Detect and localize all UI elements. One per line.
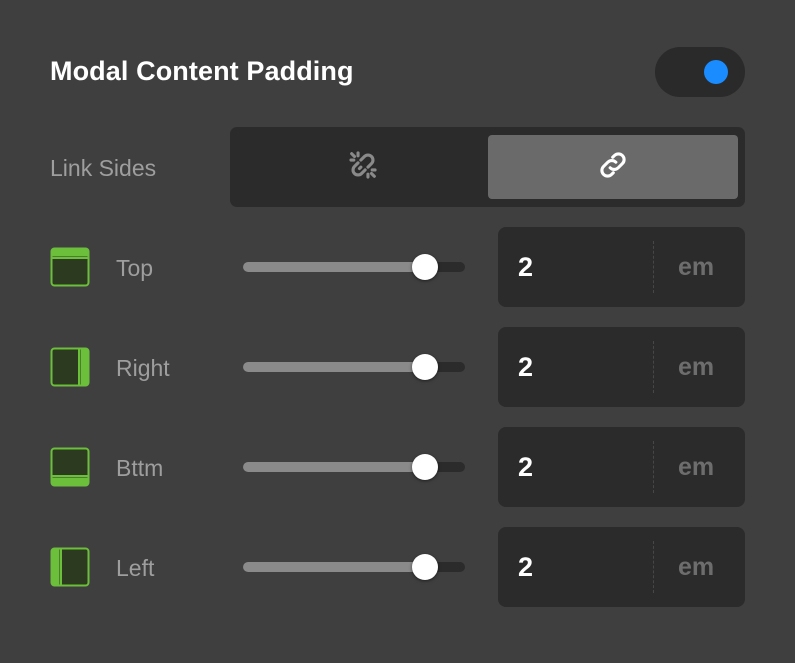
- padding-row-label: Left: [116, 555, 155, 581]
- divider: [653, 341, 654, 393]
- unlink-sides-button[interactable]: [238, 135, 488, 199]
- padding-left-icon: [50, 547, 90, 587]
- unit-selector[interactable]: em: [678, 527, 714, 607]
- enable-toggle[interactable]: [655, 47, 745, 97]
- link-sides-label: Link Sides: [50, 155, 157, 181]
- slider-thumb[interactable]: [412, 254, 439, 280]
- link-sides-control: [230, 127, 745, 207]
- slider-fill: [243, 262, 426, 272]
- padding-left-input[interactable]: [518, 527, 648, 607]
- padding-bottom-value-box: em: [498, 427, 745, 507]
- unit-selector[interactable]: em: [678, 227, 714, 307]
- slider-thumb[interactable]: [412, 454, 439, 480]
- slider-thumb[interactable]: [412, 554, 439, 580]
- padding-row-label: Top: [116, 255, 154, 281]
- padding-right-icon: [50, 347, 90, 387]
- padding-top-input[interactable]: [518, 227, 648, 307]
- unlink-icon: [346, 148, 380, 187]
- panel-title: Modal Content Padding: [50, 56, 354, 86]
- divider: [653, 441, 654, 493]
- slider-thumb[interactable]: [412, 354, 439, 380]
- slider-fill: [243, 462, 426, 472]
- padding-left-value-box: em: [498, 527, 745, 607]
- slider-fill: [243, 362, 426, 372]
- slider-fill: [243, 562, 426, 572]
- padding-top-slider[interactable]: [243, 254, 465, 280]
- link-sides-button[interactable]: [488, 135, 738, 199]
- padding-bottom-input[interactable]: [518, 427, 648, 507]
- unit-selector[interactable]: em: [678, 327, 714, 407]
- padding-right-slider[interactable]: [243, 354, 465, 380]
- padding-left-slider[interactable]: [243, 554, 465, 580]
- padding-right-input[interactable]: [518, 327, 648, 407]
- padding-row-label: Right: [116, 355, 170, 381]
- padding-bottom-slider[interactable]: [243, 454, 465, 480]
- padding-top-icon: [50, 247, 90, 287]
- toggle-knob: [704, 60, 728, 84]
- padding-row-label: Bttm: [116, 455, 164, 481]
- link-icon: [596, 148, 630, 187]
- divider: [653, 241, 654, 293]
- divider: [653, 541, 654, 593]
- padding-top-value-box: em: [498, 227, 745, 307]
- padding-right-value-box: em: [498, 327, 745, 407]
- padding-bottom-icon: [50, 447, 90, 487]
- unit-selector[interactable]: em: [678, 427, 714, 507]
